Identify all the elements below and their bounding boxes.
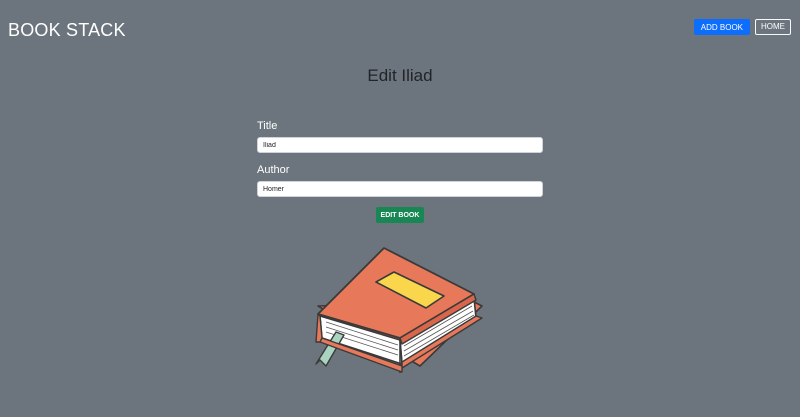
brand-title[interactable]: BOOK STACK [8,20,126,41]
author-input[interactable] [257,181,543,197]
add-book-button[interactable]: ADD BOOK [693,19,750,35]
book-illustration [300,238,490,379]
edit-book-button[interactable]: EDIT BOOK [376,207,424,223]
title-label: Title [257,120,278,132]
title-input[interactable] [257,137,543,153]
top-nav: ADD BOOK HOME [693,19,791,35]
page-heading: Edit Iliad [367,66,433,85]
book-icon [315,247,483,379]
author-label: Author [257,164,290,176]
home-button[interactable]: HOME [755,19,791,35]
page: BOOK STACK ADD BOOK HOME Edit Iliad Titl… [0,0,800,417]
